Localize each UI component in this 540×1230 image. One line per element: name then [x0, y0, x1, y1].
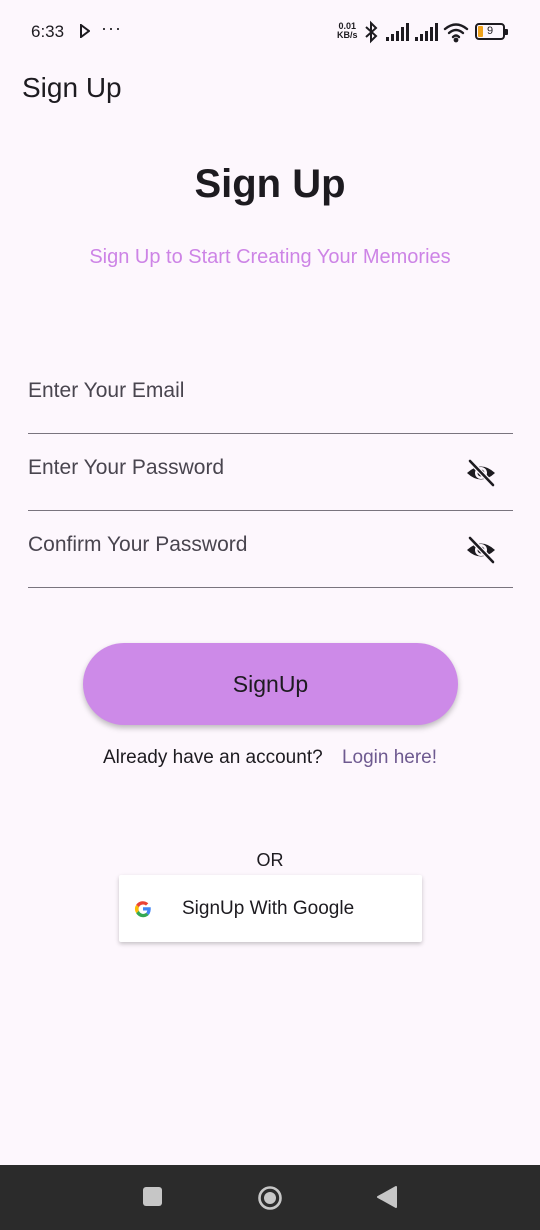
email-field: [28, 356, 513, 434]
google-signup-button[interactable]: SignUp With Google: [119, 875, 422, 942]
system-nav-bar: [0, 1165, 540, 1230]
signup-button[interactable]: SignUp: [83, 643, 458, 725]
email-input[interactable]: [28, 376, 448, 406]
app-bar-title: Sign Up: [22, 72, 122, 103]
status-bar: 6:33 ··· 0.01 KB/s 9: [0, 0, 540, 64]
login-prompt: Already have an account?: [102, 747, 323, 768]
wifi-icon: [443, 23, 469, 43]
google-icon: [135, 901, 151, 918]
signal-icon-2: [415, 23, 438, 41]
battery-level: 9: [486, 25, 494, 37]
or-divider-label: OR: [256, 850, 284, 870]
network-speed-unit: KB/s: [337, 30, 358, 40]
password-field: [28, 433, 513, 511]
page-subtitle: Sign Up to Start Creating Your Memories: [89, 246, 451, 268]
network-speed: 0.01 KB/s: [337, 22, 358, 40]
password-input[interactable]: [28, 453, 448, 483]
home-circle-icon[interactable]: [257, 1185, 283, 1211]
page-title: Sign Up: [194, 162, 346, 206]
status-time: 6:33: [31, 22, 65, 41]
confirm-password-field: [28, 510, 513, 588]
status-icons: [365, 20, 469, 44]
play-icon: [80, 24, 90, 38]
login-link[interactable]: Login here!: [342, 747, 437, 768]
more-dots-icon: ···: [101, 18, 122, 38]
visibility-off-icon[interactable]: [465, 534, 497, 566]
signal-icon-1: [386, 23, 409, 41]
back-triangle-icon[interactable]: [376, 1185, 398, 1209]
confirm-password-input[interactable]: [28, 530, 448, 560]
visibility-off-icon[interactable]: [465, 457, 497, 489]
bluetooth-icon: [365, 20, 378, 44]
google-signup-label: SignUp With Google: [182, 898, 355, 919]
battery-icon: 9: [475, 23, 508, 40]
login-row: Already have an account? Login here!: [0, 747, 540, 769]
recents-square-icon[interactable]: [143, 1187, 162, 1206]
